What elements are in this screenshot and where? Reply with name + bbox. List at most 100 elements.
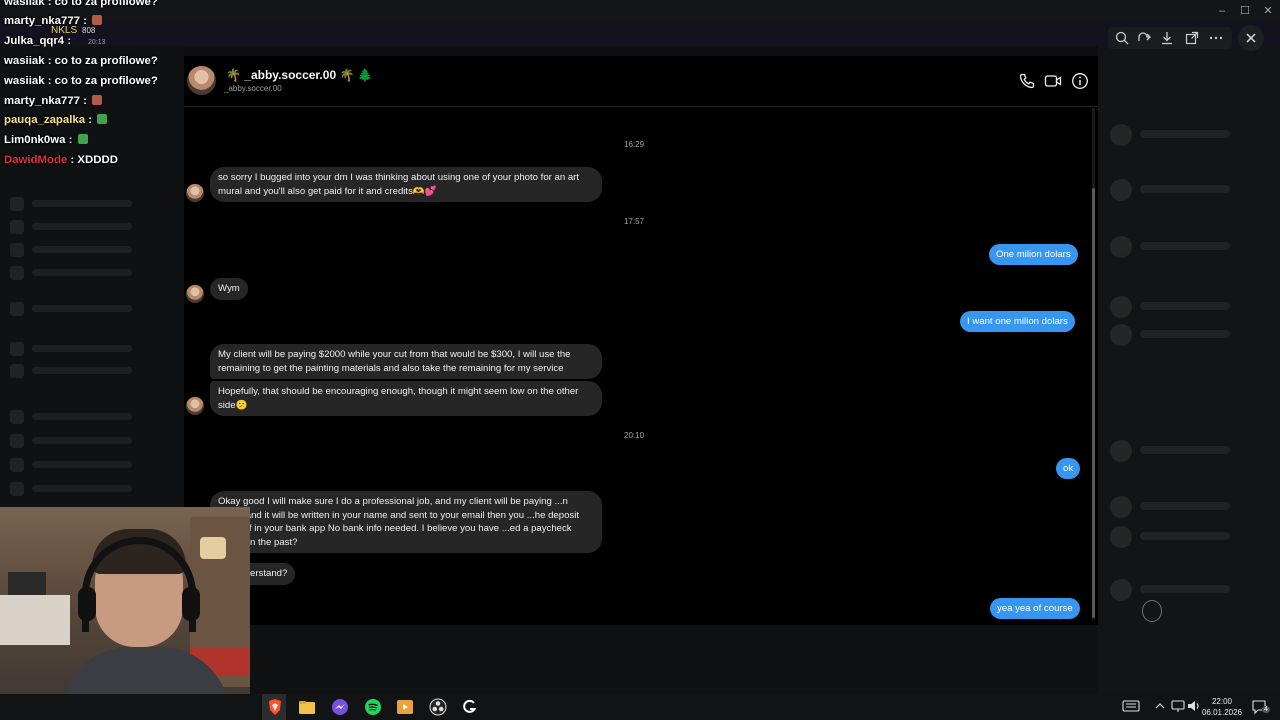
contact-name[interactable]: 🌴 _abby.soccer.00 🌴 🌲 <box>226 68 373 82</box>
webcam-feed <box>0 507 250 720</box>
open-external-icon[interactable] <box>1184 30 1200 46</box>
minimize-icon[interactable]: – <box>1214 3 1230 19</box>
sender-avatar <box>186 397 204 415</box>
incoming-message[interactable]: Okay good I will make sure I do a profes… <box>210 491 602 553</box>
g-hub-icon[interactable] <box>461 698 479 716</box>
chat-message: wasiiak : co to za profilowe? <box>4 0 158 8</box>
background-row <box>10 218 170 236</box>
background-row <box>10 456 170 474</box>
chat-text: : <box>85 114 96 126</box>
timestamp: 17:57 <box>624 217 645 226</box>
chat-message: pauqa_zapalka : <box>4 114 108 126</box>
chat-text: : co to za profilowe? <box>44 0 158 8</box>
background-row <box>10 340 170 358</box>
contact-handle: _abby.soccer.00 <box>224 84 282 93</box>
chat-username: marty_nka777 <box>4 95 80 107</box>
clock-time: 22:00 <box>1211 697 1233 706</box>
loading-spinner-icon <box>1142 600 1162 622</box>
background-row <box>1100 522 1275 552</box>
dm-header: 🌴 _abby.soccer.00 🌴 🌲 _abby.soccer.00 <box>184 56 1098 107</box>
background-row <box>1100 292 1275 322</box>
chat-username: wasiiak <box>4 0 45 8</box>
background-composer-area <box>184 625 1098 694</box>
clock-date: 06.01.2026 <box>1201 708 1243 717</box>
keyboard-icon[interactable] <box>1122 699 1140 713</box>
outgoing-message[interactable]: yea yea of course <box>990 598 1080 619</box>
sender-avatar <box>186 285 204 303</box>
scrollbar-thumb[interactable] <box>1092 188 1095 618</box>
background-row <box>10 432 170 450</box>
background-row <box>1100 175 1275 205</box>
outgoing-message[interactable]: I want one milion dolars <box>960 311 1075 332</box>
badge-time: 20:13 <box>88 39 106 46</box>
sender-avatar <box>186 184 204 202</box>
messenger-icon[interactable] <box>331 698 349 716</box>
background-row <box>10 408 170 426</box>
system-clock[interactable]: 22:00 06.01.2026 <box>1200 696 1244 718</box>
download-icon[interactable] <box>1159 30 1175 46</box>
headset-ear-cup <box>78 587 96 621</box>
chat-username: pauqa_zapalka <box>4 114 86 126</box>
incoming-message[interactable]: so sorry I bugged into your dm I was thi… <box>210 167 602 202</box>
viewer-badge: NKLS 808 20:13 <box>18 25 113 49</box>
notification-count: 4 <box>1262 706 1270 713</box>
background-row <box>1100 492 1275 522</box>
emote-icon <box>92 15 103 25</box>
incoming-message[interactable]: Wym <box>210 278 248 300</box>
outgoing-message[interactable]: One milion dolars <box>989 244 1078 265</box>
chat-message: marty_nka777 : <box>4 95 103 107</box>
incoming-message[interactable]: Hopefully, that should be encouraging en… <box>210 381 602 416</box>
chat-message: wasiiak : co to za profilowe? <box>4 75 158 87</box>
message-list: 16:29 so sorry I bugged into your dm I w… <box>184 108 1098 625</box>
close-icon <box>1246 33 1256 43</box>
taskbar: 22:00 06.01.2026 4 <box>0 694 1280 720</box>
maximize-icon[interactable]: ☐ <box>1237 3 1253 19</box>
chat-text: : co to za profilowe? <box>44 75 158 87</box>
webcam-lamp <box>200 537 226 559</box>
brave-browser-icon[interactable] <box>266 698 284 716</box>
rotate-icon[interactable] <box>1136 30 1152 46</box>
background-row <box>10 264 170 282</box>
info-icon[interactable] <box>1071 72 1089 90</box>
background-row <box>10 195 170 213</box>
badge-name: NKLS <box>51 25 78 36</box>
chat-text: : <box>65 134 76 146</box>
incoming-message[interactable]: My client will be paying $2000 while you… <box>210 344 602 379</box>
background-row <box>1100 575 1275 605</box>
stream-chat-overlay: wasiiak : co to za profilowe? marty_nka7… <box>0 0 200 180</box>
message-scrollbar[interactable] <box>1092 108 1095 620</box>
media-player-icon[interactable] <box>396 698 414 716</box>
chat-text: : co to za profilowe? <box>44 55 158 67</box>
network-icon[interactable] <box>1170 699 1186 713</box>
chat-username: wasiiak <box>4 55 45 67</box>
video-call-icon[interactable] <box>1044 72 1062 90</box>
chat-message: Lim0nk0wa : <box>4 134 88 146</box>
spotify-icon[interactable] <box>364 698 382 716</box>
chat-text: : XDDDD <box>67 154 118 166</box>
dm-window: 🌴 _abby.soccer.00 🌴 🌲 _abby.soccer.00 16… <box>184 56 1098 625</box>
background-row <box>1100 120 1275 150</box>
zoom-icon[interactable] <box>1114 30 1130 46</box>
chat-username: DawidMode <box>4 154 68 166</box>
chat-message: wasiiak : co to za profilowe? <box>4 55 158 67</box>
webcam-monitor <box>0 595 70 645</box>
background-row <box>10 362 170 380</box>
obs-icon[interactable] <box>429 698 447 716</box>
timestamp: 20:10 <box>624 431 645 440</box>
chevron-up-icon[interactable] <box>1154 699 1166 713</box>
screen: { "chat_overlay": { "lines": [ {"user": … <box>0 0 1280 720</box>
more-options-icon[interactable] <box>1208 30 1224 46</box>
emote-icon <box>77 134 88 144</box>
background-row <box>1100 436 1275 466</box>
background-row <box>10 300 170 318</box>
outgoing-message[interactable]: ok <box>1056 458 1081 479</box>
chat-username: wasiiak <box>4 75 45 87</box>
background-row <box>10 241 170 259</box>
phone-icon[interactable] <box>1018 72 1036 90</box>
chat-username: Lim0nk0wa <box>4 134 66 146</box>
background-row <box>1100 320 1275 350</box>
window-close-icon[interactable]: ✕ <box>1260 3 1276 19</box>
timestamp: 16:29 <box>624 140 645 149</box>
viewer-close-button[interactable] <box>1238 25 1264 51</box>
file-explorer-icon[interactable] <box>298 698 316 716</box>
